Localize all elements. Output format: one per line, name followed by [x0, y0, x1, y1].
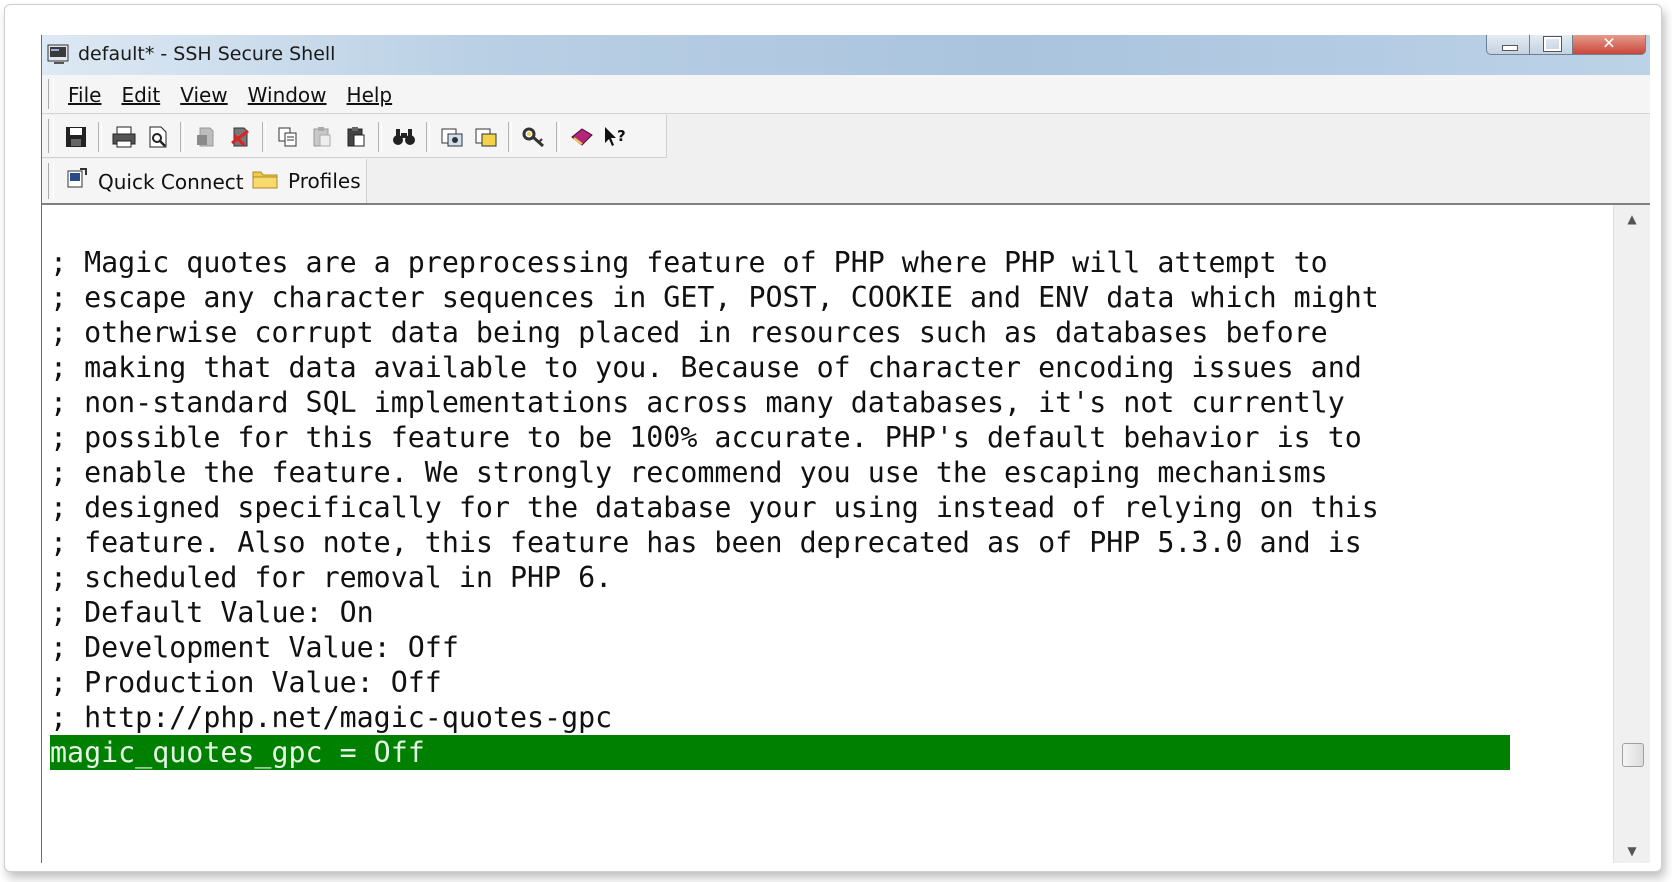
- terminal-line: ; non-standard SQL implementations acros…: [50, 386, 1345, 419]
- ssh-window: default* - SSH Secure Shell ✕ File Edit …: [41, 35, 1650, 863]
- menu-window-label: Window: [247, 83, 327, 107]
- paste-clipboard-icon[interactable]: [342, 123, 370, 151]
- profiles-label: Profiles: [288, 168, 361, 193]
- menu-view[interactable]: View: [180, 83, 227, 107]
- close-button[interactable]: ✕: [1572, 35, 1646, 55]
- menu-bar: File Edit View Window Help: [42, 75, 1650, 114]
- profile-icon[interactable]: [472, 123, 500, 151]
- menu-view-label: View: [180, 83, 228, 107]
- print-preview-icon[interactable]: [144, 123, 172, 151]
- terminal-line: ; enable the feature. We strongly recomm…: [50, 456, 1328, 489]
- close-icon: ✕: [1602, 35, 1616, 53]
- quick-connect-button[interactable]: Quick Connect: [66, 167, 244, 196]
- save-icon[interactable]: [62, 123, 90, 151]
- toolbar-separator: [98, 122, 102, 152]
- quick-connect-label: Quick Connect: [98, 169, 244, 194]
- maximize-icon: [1543, 36, 1562, 52]
- terminal-output: ; Magic quotes are a preprocessing featu…: [50, 245, 1510, 770]
- toolbar-separator: [508, 122, 512, 152]
- svg-text:?: ?: [617, 127, 626, 145]
- terminal-line: ; escape any character sequences in GET,…: [50, 281, 1379, 314]
- context-help-icon[interactable]: ?: [602, 123, 630, 151]
- menu-file-label: File: [68, 83, 102, 107]
- terminal-line-highlighted: magic_quotes_gpc = Off: [50, 735, 1510, 770]
- toolbar-separator: [378, 122, 382, 152]
- toolbar-grip[interactable]: [48, 119, 54, 153]
- menu-help-label: Help: [346, 83, 393, 107]
- minimize-icon: [1502, 45, 1518, 51]
- scroll-up-icon[interactable]: ▲: [1614, 207, 1650, 231]
- menu-edit[interactable]: Edit: [121, 83, 160, 107]
- terminal-line: ; possible for this feature to be 100% a…: [50, 421, 1362, 454]
- terminal-line: ; otherwise corrupt data being placed in…: [50, 316, 1328, 349]
- disconnect-icon[interactable]: [192, 123, 220, 151]
- minimize-button[interactable]: [1486, 35, 1530, 55]
- scroll-thumb[interactable]: [1622, 743, 1644, 767]
- terminal-line: ; making that data available to you. Bec…: [50, 351, 1362, 384]
- quickbar-grip[interactable]: [48, 163, 54, 199]
- key-icon[interactable]: [520, 123, 548, 151]
- menu-help[interactable]: Help: [347, 83, 393, 107]
- find-icon[interactable]: [390, 123, 418, 151]
- quick-connect-icon: [66, 167, 88, 196]
- print-icon[interactable]: [110, 123, 138, 151]
- menu-grip[interactable]: [48, 79, 54, 109]
- toolbar-separator: [426, 122, 430, 152]
- title-bar[interactable]: default* - SSH Secure Shell ✕: [42, 35, 1650, 76]
- terminal-line: ; Production Value: Off: [50, 666, 442, 699]
- terminal-line: ; designed specifically for the database…: [50, 491, 1379, 524]
- scroll-down-icon[interactable]: ▼: [1614, 839, 1650, 863]
- toolbar-separator: [556, 122, 560, 152]
- connection-toolbar: Quick Connect Profiles: [42, 159, 367, 203]
- maximize-button[interactable]: [1529, 35, 1573, 55]
- terminal-line: ; http://php.net/magic-quotes-gpc: [50, 701, 613, 734]
- main-toolbar: ?: [42, 115, 667, 158]
- terminal-line: ; feature. Also note, this feature has b…: [50, 526, 1362, 559]
- menu-window[interactable]: Window: [248, 83, 327, 107]
- screenshot-frame: default* - SSH Secure Shell ✕ File Edit …: [4, 4, 1662, 872]
- copy-icon[interactable]: [274, 123, 302, 151]
- terminal-line: ; scheduled for removal in PHP 6.: [50, 561, 613, 594]
- disconnected-icon[interactable]: [226, 123, 254, 151]
- terminal-line: ; Development Value: Off: [50, 631, 459, 664]
- paste-icon[interactable]: [308, 123, 336, 151]
- terminal-area[interactable]: ; Magic quotes are a preprocessing featu…: [42, 203, 1650, 863]
- toolbar-separator: [180, 122, 184, 152]
- terminal-app-icon: [46, 41, 72, 67]
- menu-file[interactable]: File: [68, 83, 101, 107]
- vertical-scrollbar[interactable]: ▲ ▼: [1613, 205, 1650, 863]
- toolbar-separator: [262, 122, 266, 152]
- help-book-icon[interactable]: [568, 123, 596, 151]
- terminal-line: ; Default Value: On: [50, 596, 374, 629]
- folder-icon: [252, 167, 278, 194]
- window-controls: ✕: [1486, 35, 1646, 57]
- window-title: default* - SSH Secure Shell: [78, 43, 336, 65]
- profiles-button[interactable]: Profiles: [252, 167, 361, 194]
- settings-icon[interactable]: [438, 123, 466, 151]
- terminal-line: ; Magic quotes are a preprocessing featu…: [50, 246, 1328, 279]
- menu-edit-label: Edit: [121, 83, 161, 107]
